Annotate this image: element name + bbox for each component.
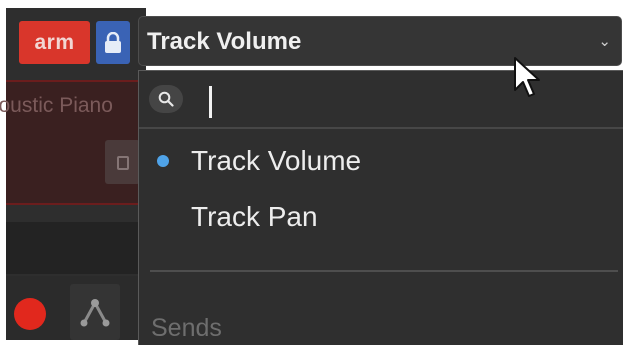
mouse-pointer-icon xyxy=(514,57,540,97)
automation-parameter-selector[interactable]: Track Volume ⌄ xyxy=(138,16,622,66)
menu-item-label: Track Volume xyxy=(191,145,362,176)
selected-parameter-label: Track Volume xyxy=(147,28,302,55)
parameter-dropdown: Track Volume Track Pan Sends xyxy=(138,70,623,345)
search-icon xyxy=(158,91,174,107)
search-row xyxy=(139,71,623,129)
record-arm-button[interactable] xyxy=(14,298,46,330)
selected-indicator-icon xyxy=(157,155,169,167)
menu-item-label: Track Pan xyxy=(191,201,318,232)
search-icon-button[interactable] xyxy=(149,85,183,113)
menu-item-track-pan[interactable]: Track Pan xyxy=(139,193,619,241)
screenshot-stage: arm Acoustic Piano Track Volume ⌄ xyxy=(0,0,623,345)
menu-divider xyxy=(150,270,618,272)
instrument-editor-button[interactable] xyxy=(105,140,140,184)
text-caret xyxy=(209,86,212,118)
menu-item-track-volume[interactable]: Track Volume xyxy=(139,137,619,185)
lock-button[interactable] xyxy=(96,21,130,64)
lock-icon xyxy=(105,32,121,53)
automation-button[interactable] xyxy=(70,284,120,340)
instrument-name: Acoustic Piano xyxy=(0,94,113,117)
track-spacer xyxy=(6,222,140,274)
arm-button[interactable]: arm xyxy=(19,21,90,64)
section-header-sends: Sends xyxy=(151,314,222,342)
chevron-down-icon: ⌄ xyxy=(598,33,611,50)
instrument-icon xyxy=(117,156,129,170)
automation-icon xyxy=(80,299,110,327)
